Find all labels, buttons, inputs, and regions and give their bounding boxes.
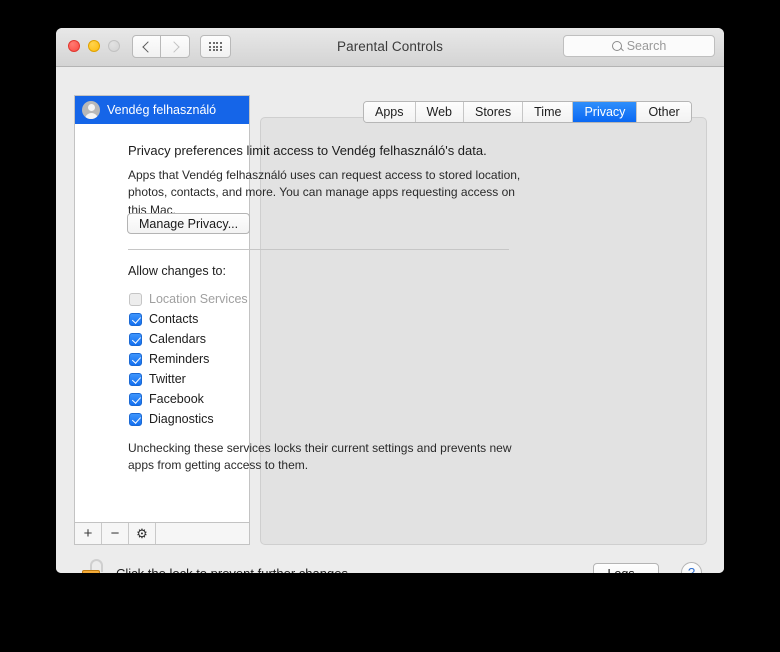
checkbox-location-services [129,292,142,306]
remove-user-button[interactable]: − [102,523,129,544]
checkbox-label: Facebook [149,392,204,406]
list-item[interactable]: Vendég felhasználó [75,96,249,124]
checkbox-facebook[interactable] [129,392,142,406]
services-checklist: Location Services Contacts Calendars Rem… [129,289,248,429]
allow-changes-label: Allow changes to: [128,264,226,278]
toolbar-filler [156,523,249,544]
checkbox-row-calendars[interactable]: Calendars [129,329,248,349]
panel-footnote: Unchecking these services locks their cu… [128,441,512,473]
user-list-toolbar: + − ⚙ [74,523,250,545]
window-titlebar: Parental Controls Search [56,28,724,67]
minus-icon: − [110,525,120,542]
user-avatar-icon [82,101,100,119]
checkbox-label: Diagnostics [149,412,214,426]
search-input[interactable]: Search [563,35,715,57]
tab-stores[interactable]: Stores [463,102,524,122]
checkbox-twitter[interactable] [129,372,142,386]
logs-button[interactable]: Logs... [593,563,659,573]
tab-bar: Apps Web Stores Time Privacy Other [363,101,692,123]
window-body: Apps Web Stores Time Privacy Other Vendé… [56,67,724,573]
add-user-button[interactable]: + [75,523,102,544]
section-divider [128,249,509,250]
checkbox-calendars[interactable] [129,332,142,346]
checkbox-label: Reminders [149,352,210,366]
checkbox-label: Location Services [149,292,248,306]
user-action-button[interactable]: ⚙ [129,523,156,544]
checkbox-diagnostics[interactable] [129,412,142,426]
lock-hint-label: Click the lock to prevent further change… [116,566,352,573]
checkbox-row-location-services: Location Services [129,289,248,309]
search-placeholder: Search [626,39,667,53]
checkbox-label: Twitter [149,372,186,386]
tab-other[interactable]: Other [637,102,691,122]
checkbox-reminders[interactable] [129,352,142,366]
checkbox-label: Calendars [149,332,206,346]
checkbox-row-facebook[interactable]: Facebook [129,389,248,409]
tab-web[interactable]: Web [415,102,464,122]
tab-time[interactable]: Time [523,102,574,122]
user-name-label: Vendég felhasználó [107,103,217,117]
checkbox-row-twitter[interactable]: Twitter [129,369,248,389]
checkbox-row-diagnostics[interactable]: Diagnostics [129,409,248,429]
panel-headline: Privacy preferences limit access to Vend… [128,143,487,158]
checkbox-row-reminders[interactable]: Reminders [129,349,248,369]
tab-apps[interactable]: Apps [364,102,416,122]
unlocked-padlock-icon[interactable] [81,559,107,573]
manage-privacy-button[interactable]: Manage Privacy... [127,213,251,234]
search-icon [611,41,622,51]
tab-privacy[interactable]: Privacy [573,102,638,122]
checkbox-contacts[interactable] [129,312,142,326]
checkbox-label: Contacts [149,312,199,326]
help-button[interactable]: ? [681,562,702,573]
checkbox-row-contacts[interactable]: Contacts [129,309,248,329]
panel-description: Apps that Vendég felhasználó uses can re… [128,168,521,217]
gear-icon: ⚙ [136,526,148,541]
plus-icon: + [83,525,93,542]
padlock-body [82,570,100,573]
parental-controls-window: Parental Controls Search Apps Web Stores… [56,28,724,573]
